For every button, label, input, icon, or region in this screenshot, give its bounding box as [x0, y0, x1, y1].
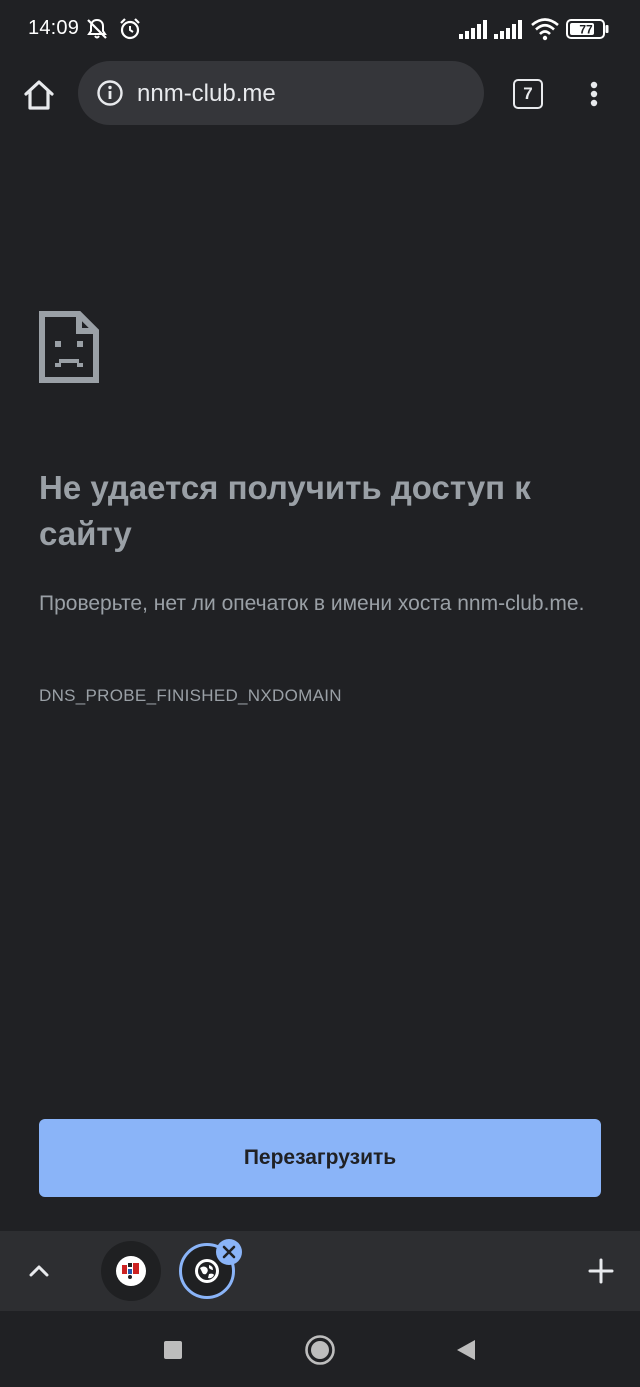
tab-count: 7 — [523, 84, 533, 103]
browser-toolbar: nnm-club.me 7 — [0, 60, 640, 130]
plus-icon — [588, 1258, 614, 1284]
signal-icon — [494, 16, 524, 42]
site-favicon — [116, 1256, 146, 1286]
muted-notification-icon — [83, 16, 111, 42]
omnibox[interactable]: nnm-club.me — [78, 61, 484, 125]
alarm-icon — [117, 16, 143, 42]
system-nav-bar — [0, 1311, 640, 1387]
url-text[interactable]: nnm-club.me — [137, 80, 276, 108]
home-nav-icon — [305, 1335, 335, 1365]
expand-tab-group-button[interactable] — [22, 1254, 56, 1288]
close-tab-button[interactable] — [216, 1239, 242, 1265]
more-menu-button[interactable] — [578, 79, 610, 111]
tab-switcher-button[interactable]: 7 — [513, 79, 543, 109]
signal-icon — [459, 16, 489, 42]
globe-favicon — [195, 1259, 219, 1283]
reload-button[interactable]: Перезагрузить — [39, 1119, 601, 1197]
wifi-icon — [530, 16, 560, 42]
add-tab-button[interactable] — [584, 1254, 618, 1288]
more-vert-icon — [590, 81, 598, 107]
error-description: Проверьте, нет ли опечаток в имени хоста… — [39, 592, 585, 615]
battery-icon: 77 — [566, 16, 610, 42]
recents-icon — [164, 1341, 182, 1359]
battery-level-text: 77 — [579, 23, 593, 37]
close-icon — [222, 1245, 236, 1259]
info-icon[interactable] — [96, 79, 124, 107]
back-button[interactable] — [449, 1333, 483, 1367]
error-code: DNS_PROBE_FINISHED_NXDOMAIN — [39, 686, 342, 705]
status-bar: 14:09 77 — [0, 0, 640, 60]
tab-switcher-icon: 7 — [513, 79, 543, 109]
home-icon — [24, 80, 54, 110]
recents-button[interactable] — [156, 1333, 190, 1367]
status-time: 14:09 — [28, 17, 80, 39]
home-button[interactable] — [18, 74, 60, 116]
back-icon — [457, 1340, 475, 1360]
home-nav-button[interactable] — [303, 1333, 337, 1367]
tab-group-bar — [0, 1231, 640, 1311]
sad-page-icon — [39, 311, 99, 383]
tab-group-tab[interactable] — [101, 1241, 161, 1301]
chevron-up-icon — [29, 1265, 49, 1277]
error-title: Не удается получить доступ к сайту — [39, 469, 531, 552]
